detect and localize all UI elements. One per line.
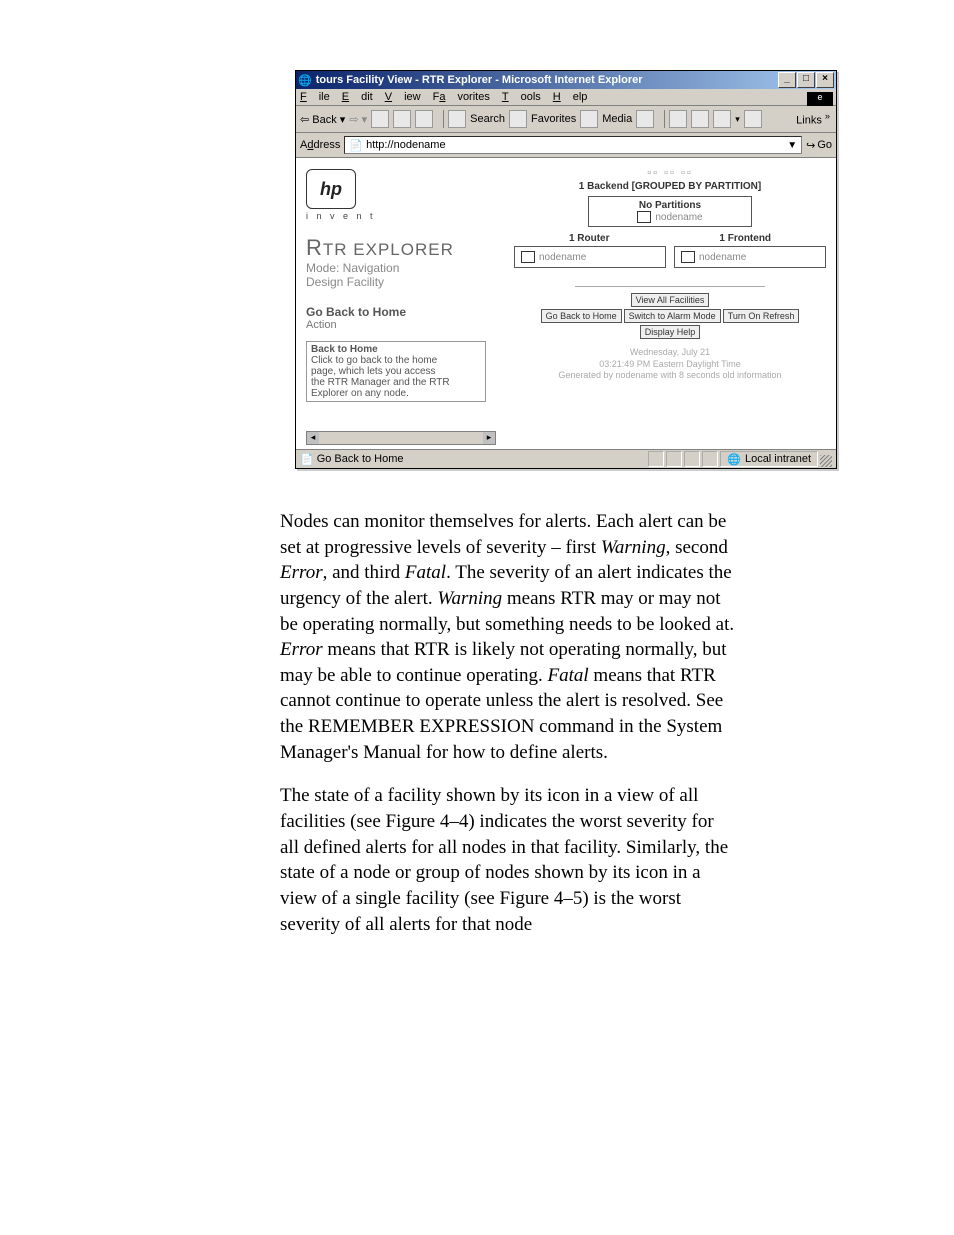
go-button[interactable]: ↪ Go — [806, 139, 832, 152]
links-label[interactable]: Links » — [796, 111, 830, 127]
close-button[interactable]: × — [816, 72, 834, 88]
go-icon: ↪ — [806, 139, 815, 152]
intranet-icon: 🌐 — [727, 453, 741, 466]
print-icon[interactable] — [691, 110, 709, 128]
media-button[interactable]: Media — [602, 113, 632, 125]
minimize-button[interactable]: _ — [778, 72, 796, 88]
page-icon: 📄 — [349, 139, 363, 152]
frontend-label: 1 Frontend — [719, 233, 771, 244]
search-button[interactable]: Search — [470, 113, 505, 125]
display-help-button[interactable]: Display Help — [640, 325, 701, 339]
window-titlebar[interactable]: 🌐 tours Facility View - RTR Explorer - M… — [296, 71, 836, 89]
footer-text: Wednesday, July 21 03:21:49 PM Eastern D… — [514, 347, 826, 382]
address-input[interactable]: 📄http://nodename ▼ — [344, 136, 802, 154]
help-line: Click to go back to the home — [311, 355, 481, 366]
computer-icon — [637, 211, 651, 223]
menubar: File Edit View Favorites Tools Help e — [296, 89, 836, 106]
help-title: Back to Home — [311, 344, 481, 355]
address-value: http://nodename — [366, 139, 446, 151]
dropdown-icon[interactable]: ▾ — [735, 114, 740, 125]
addressbar: Address 📄http://nodename ▼ ↪ Go — [296, 133, 836, 158]
menu-file[interactable]: File — [300, 91, 330, 103]
back-button[interactable]: ⇦ Back ▾ — [300, 113, 345, 126]
topology-icons: ▫▫ ▫▫ ▫▫ — [514, 167, 826, 179]
scroll-right-icon[interactable]: ▸ — [483, 432, 495, 444]
favorites-button[interactable]: Favorites — [531, 113, 576, 125]
edit-icon[interactable] — [713, 110, 731, 128]
app-icon: 🌐 — [298, 74, 312, 87]
stop-icon[interactable] — [371, 110, 389, 128]
horizontal-scrollbar[interactable]: ◂ ▸ — [306, 431, 496, 445]
menu-favorites[interactable]: Favorites — [433, 91, 490, 103]
security-zone: 🌐 Local intranet — [720, 451, 818, 467]
refresh-icon[interactable] — [393, 110, 411, 128]
maximize-button[interactable]: □ — [797, 72, 815, 88]
page-icon: 📄 — [300, 453, 314, 466]
search-icon[interactable] — [448, 110, 466, 128]
resize-grip[interactable] — [820, 455, 832, 467]
favorites-icon[interactable] — [509, 110, 527, 128]
action-label: Action — [306, 319, 496, 331]
main-pane: ▫▫ ▫▫ ▫▫ 1 Backend [GROUPED BY PARTITION… — [504, 159, 836, 449]
address-dropdown-icon[interactable]: ▼ — [787, 140, 797, 151]
home-icon[interactable] — [415, 110, 433, 128]
toolbar: ⇦ Back ▾ ⇨ ▾ Search Favorites Media — [296, 106, 836, 133]
node-name: nodename — [699, 252, 746, 263]
turn-on-refresh-button[interactable]: Turn On Refresh — [723, 309, 800, 323]
media-icon[interactable] — [580, 110, 598, 128]
paragraph-1: Nodes can monitor themselves for alerts.… — [280, 509, 735, 765]
paragraph-2: The state of a facility shown by its ico… — [280, 783, 735, 937]
address-label: Address — [300, 139, 340, 151]
invent-label: i n v e n t — [306, 211, 496, 221]
page-content: hp i n v e n t RTR EXPLORER Mode: Naviga… — [296, 158, 836, 449]
forward-button[interactable]: ⇨ ▾ — [349, 113, 367, 126]
help-line: the RTR Manager and the RTR — [311, 377, 481, 388]
computer-icon — [681, 251, 695, 263]
status-text: Go Back to Home — [317, 453, 404, 465]
computer-icon — [521, 251, 535, 263]
go-back-home-heading: Go Back to Home — [306, 305, 496, 319]
view-all-facilities-button[interactable]: View All Facilities — [631, 293, 710, 307]
no-partitions-label: No Partitions — [595, 200, 745, 211]
mail-icon[interactable] — [669, 110, 687, 128]
divider — [575, 286, 765, 287]
app-title: RTR EXPLORER — [306, 235, 496, 261]
mode-line: Mode: Navigation — [306, 261, 496, 275]
ie-window: 🌐 tours Facility View - RTR Explorer - M… — [295, 70, 837, 469]
partition-box: No Partitions nodename — [588, 196, 752, 227]
node-name: nodename — [539, 252, 586, 263]
help-tooltip: Back to Home Click to go back to the hom… — [306, 341, 486, 402]
router-label: 1 Router — [569, 233, 610, 244]
design-facility-link[interactable]: Design Facility — [306, 275, 496, 289]
backend-label: 1 Backend [GROUPED BY PARTITION] — [514, 181, 826, 192]
frontend-box: nodename — [674, 246, 826, 268]
sidebar: hp i n v e n t RTR EXPLORER Mode: Naviga… — [296, 159, 504, 449]
help-line: Explorer on any node. — [311, 388, 481, 399]
menu-edit[interactable]: Edit — [342, 91, 373, 103]
router-box: nodename — [514, 246, 666, 268]
discuss-icon[interactable] — [744, 110, 762, 128]
hp-logo-icon: hp — [306, 169, 356, 209]
frontend-node[interactable]: nodename — [681, 251, 819, 263]
backend-node[interactable]: nodename — [595, 211, 745, 223]
router-node[interactable]: nodename — [521, 251, 659, 263]
menu-tools[interactable]: Tools — [502, 91, 541, 103]
window-title: tours Facility View - RTR Explorer - Mic… — [316, 74, 643, 86]
help-line: page, which lets you access — [311, 366, 481, 377]
go-back-home-button[interactable]: Go Back to Home — [541, 309, 622, 323]
switch-alarm-mode-button[interactable]: Switch to Alarm Mode — [624, 309, 721, 323]
scroll-left-icon[interactable]: ◂ — [307, 432, 319, 444]
menu-help[interactable]: Help — [553, 91, 588, 103]
node-name: nodename — [655, 212, 702, 223]
menu-view[interactable]: View — [385, 91, 421, 103]
statusbar: 📄 Go Back to Home 🌐 Local intranet — [296, 449, 836, 468]
document-body: Nodes can monitor themselves for alerts.… — [280, 509, 735, 937]
history-icon[interactable] — [636, 110, 654, 128]
